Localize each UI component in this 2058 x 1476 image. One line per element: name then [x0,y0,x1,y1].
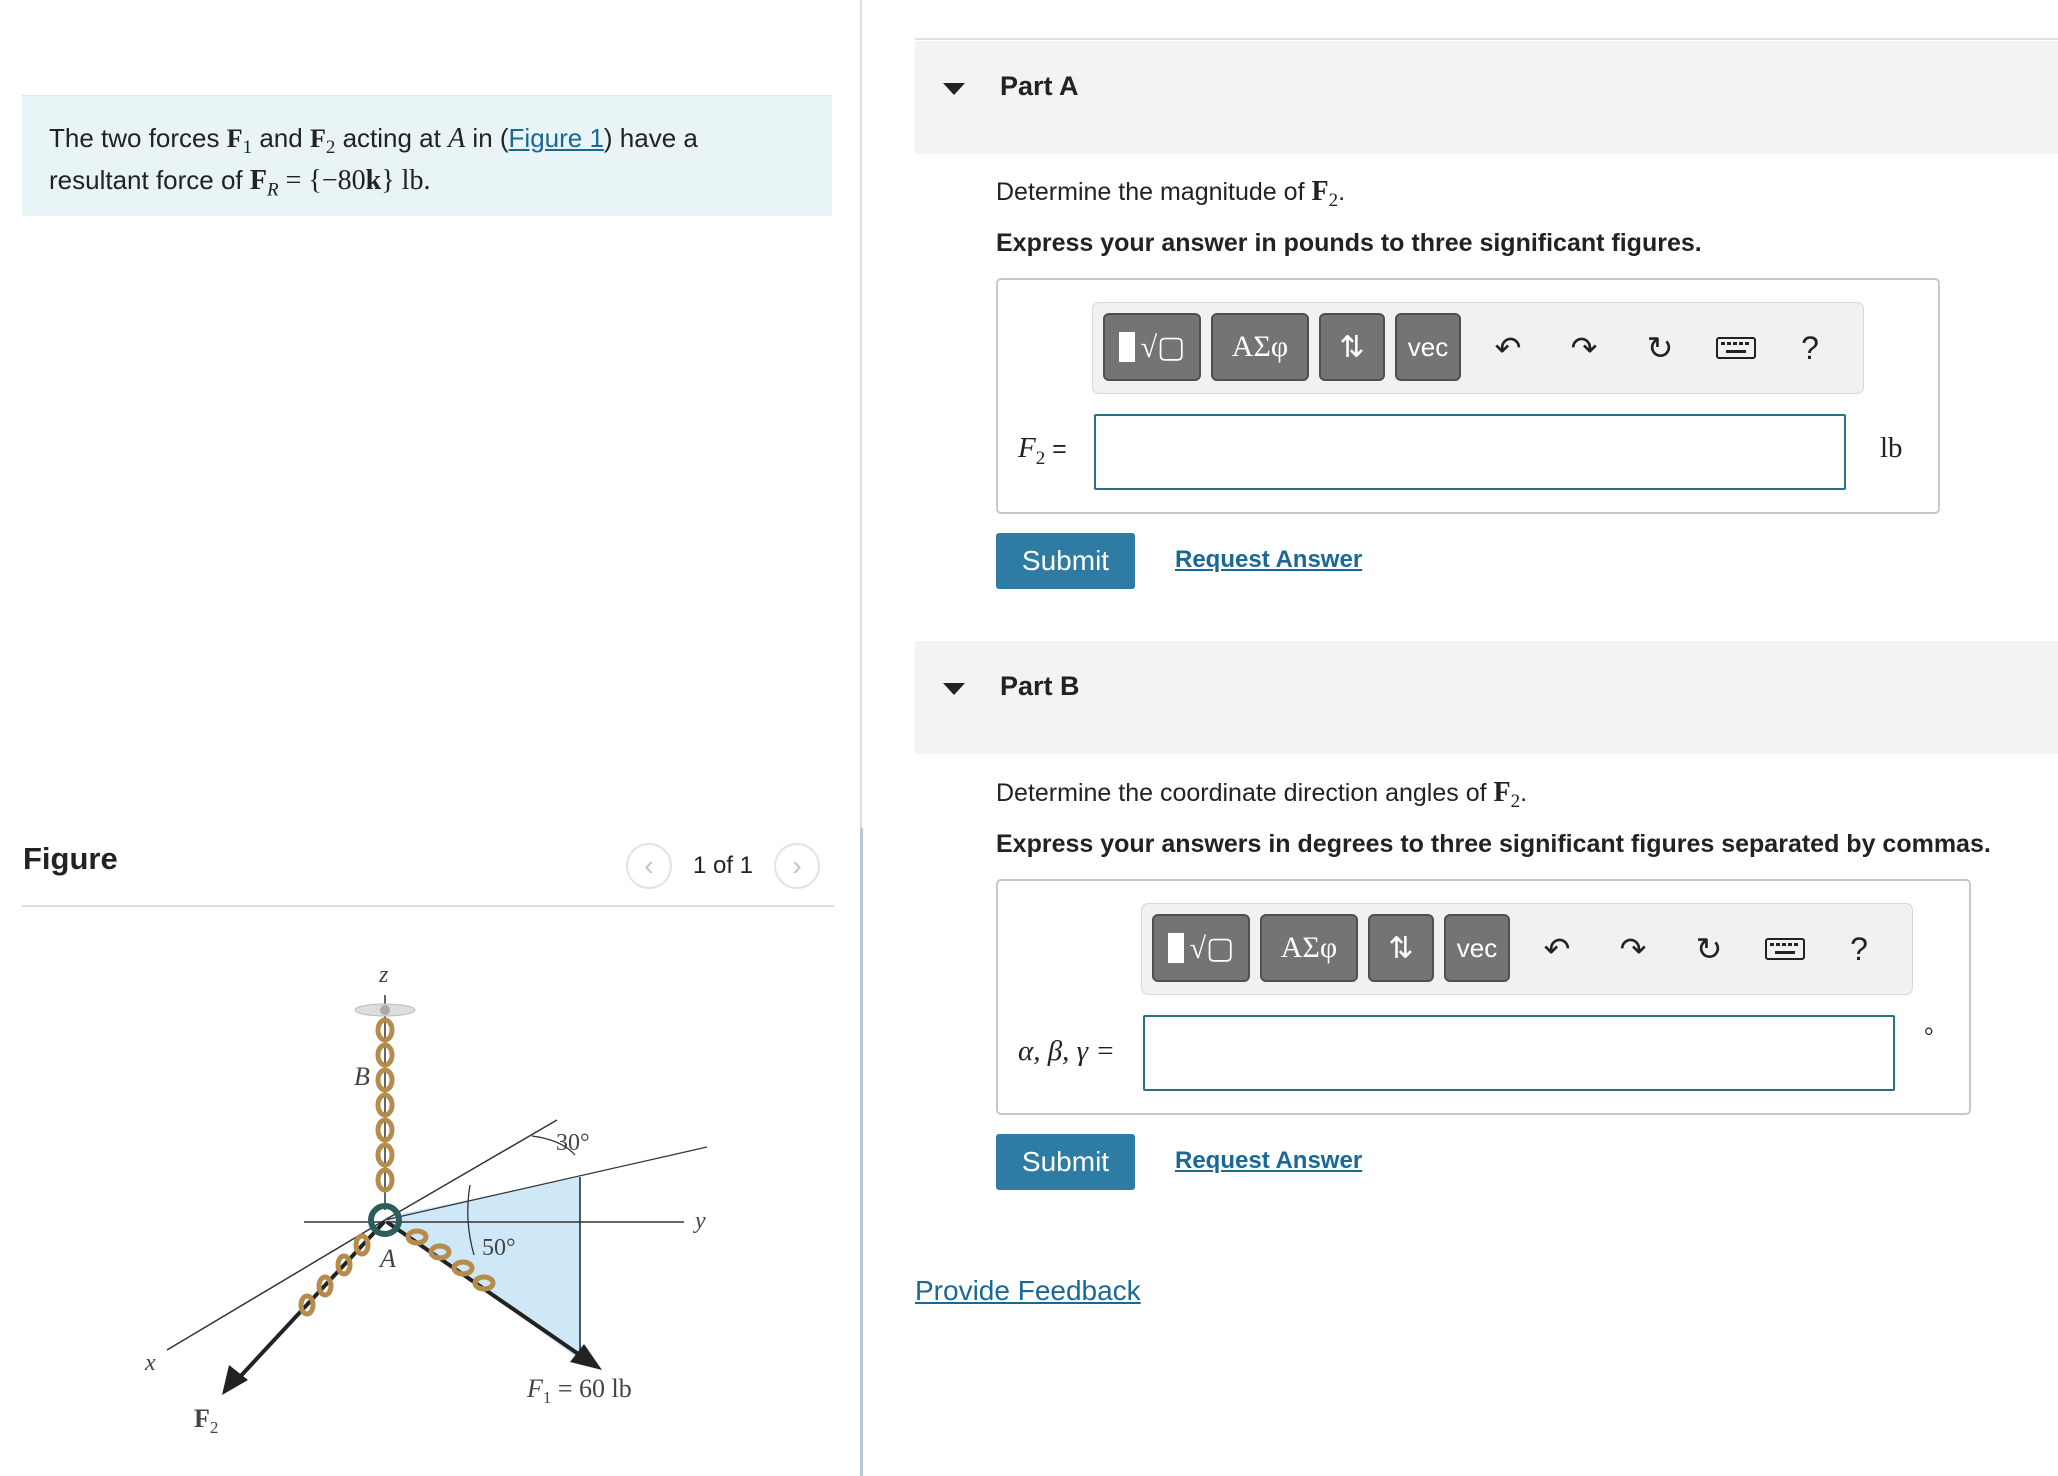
angles-variable-label: α, β, γ = [1018,1035,1115,1067]
chevron-right-icon[interactable]: › [774,843,820,889]
part-b-submit-button[interactable]: Submit [996,1134,1135,1190]
part-a-header[interactable]: Part A [915,41,2058,154]
problem-text: and [252,123,310,153]
part-a-math-toolbar: √▢ ΑΣφ ⇅ vec ↶ ↷ ↻ ? [1092,302,1864,394]
direction-angles-input[interactable] [1143,1015,1895,1091]
f1-symbol: F1 [226,124,253,159]
b-label: B [354,1062,370,1091]
templates-icon[interactable]: √▢ [1103,313,1201,381]
sort-arrows-icon[interactable]: ⇅ [1368,914,1434,982]
help-icon[interactable]: ? [1787,325,1833,371]
greek-icon[interactable]: ΑΣφ [1260,914,1358,982]
part-b-request-answer-link[interactable]: Request Answer [1175,1147,1362,1175]
chevron-left-icon[interactable]: ‹ [626,843,672,889]
part-a-prompt: Determine the magnitude of F2. [996,176,1346,211]
templates-icon[interactable]: √▢ [1152,914,1250,982]
redo-icon[interactable]: ↷ [1610,926,1656,972]
part-a-submit-button[interactable]: Submit [996,533,1135,589]
keyboard-icon[interactable] [1762,926,1808,972]
sort-arrows-icon[interactable]: ⇅ [1319,313,1385,381]
keyboard-icon[interactable] [1713,325,1759,371]
collapse-triangle-icon[interactable] [943,683,965,695]
divider [22,905,834,907]
part-a-request-answer-link[interactable]: Request Answer [1175,546,1362,574]
greek-icon[interactable]: ΑΣφ [1211,313,1309,381]
reset-icon[interactable]: ↻ [1686,926,1732,972]
f2-label: F2 [194,1404,218,1437]
undo-icon[interactable]: ↶ [1485,325,1531,371]
left-panel: The two forces F1 and F2 acting at A in … [0,0,860,1476]
f2-symbol: F2 [309,124,336,159]
part-a-title: Part A [1000,71,1079,101]
provide-feedback-link[interactable]: Provide Feedback [915,1275,1141,1307]
part-a-instruction: Express your answer in pounds to three s… [996,229,1702,257]
x-axis [166,1219,386,1351]
problem-text: resultant force of [49,165,250,196]
problem-text: The two forces [49,123,227,153]
problem-text: in ( [465,123,509,153]
figure-title: Figure [23,841,118,876]
angle-50-label: 50° [482,1235,516,1261]
x-label: x [144,1350,156,1376]
force-diagram: z y x B A 30° 50° F1 = 60 lb F2 [144,962,708,1437]
part-b-answer-box: √▢ ΑΣφ ⇅ vec ↶ ↷ ↻ ? α, β, γ = ° [996,879,1971,1115]
figure-link[interactable]: Figure 1 [509,123,604,153]
resultant-expression: FR = {−80k} lb. [249,165,431,201]
page-count: 1 of 1 [692,852,754,879]
y-label: y [693,1208,706,1234]
vec-icon[interactable]: vec [1444,914,1510,982]
problem-text: ) have a [603,123,698,153]
a-label: A [378,1244,396,1273]
z-label: z [378,962,389,988]
problem-statement: The two forces F1 and F2 acting at A in … [22,95,832,216]
unit-degree: ° [1924,1024,1934,1050]
redo-icon[interactable]: ↷ [1561,325,1607,371]
part-a-answer-box: √▢ ΑΣφ ⇅ vec ↶ ↷ ↻ ? F2 = lb [996,278,1940,514]
part-b-header[interactable]: Part B [915,641,2058,754]
point-a: A [448,123,466,154]
part-b-math-toolbar: √▢ ΑΣφ ⇅ vec ↶ ↷ ↻ ? [1141,903,1913,995]
figure-pagination: ‹ 1 of 1 › [626,843,820,889]
part-b-title: Part B [1000,671,1080,701]
vec-icon[interactable]: vec [1395,313,1461,381]
undo-icon[interactable]: ↶ [1534,926,1580,972]
f2-magnitude-input[interactable] [1094,414,1846,490]
f2-variable-label: F2 = [1018,432,1067,469]
unit-lb: lb [1880,432,1903,464]
f1-value-label: F1 = 60 lb [526,1374,632,1407]
part-b-instruction: Express your answers in degrees to three… [996,830,1991,858]
part-b-prompt: Determine the coordinate direction angle… [996,777,1528,812]
divider [915,38,2058,40]
problem-text: acting at [335,123,449,153]
collapse-triangle-icon[interactable] [943,83,965,95]
angle-30-label: 30° [556,1130,590,1156]
scroll-indicator[interactable] [860,828,863,1476]
help-icon[interactable]: ? [1836,926,1882,972]
reset-icon[interactable]: ↻ [1637,325,1683,371]
